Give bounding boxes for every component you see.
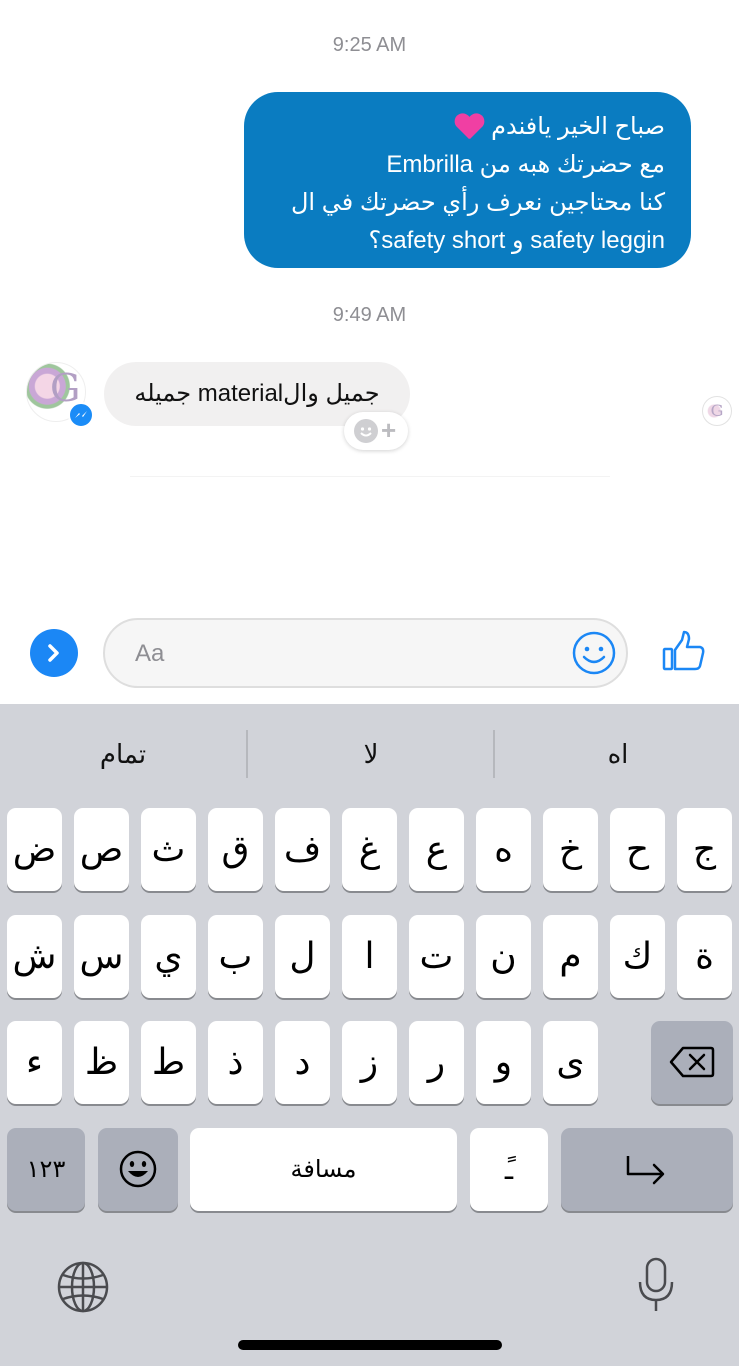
key[interactable]: ء	[7, 1021, 62, 1104]
numbers-key[interactable]: ١٢٣	[7, 1128, 85, 1211]
key[interactable]: ذ	[208, 1021, 263, 1104]
smiley-icon	[119, 1150, 157, 1188]
key[interactable]: س	[74, 915, 129, 998]
emoji-key[interactable]	[98, 1128, 178, 1211]
key[interactable]: ط	[141, 1021, 196, 1104]
key[interactable]: خ	[543, 808, 598, 891]
key[interactable]: و	[476, 1021, 531, 1104]
message-input[interactable]	[133, 634, 557, 674]
outgoing-message-line: مع حضرتك هبه من Embrilla	[386, 151, 665, 178]
key[interactable]: ا	[342, 915, 397, 998]
plus-icon: +	[381, 415, 397, 445]
key[interactable]: ر	[409, 1021, 464, 1104]
like-button[interactable]	[660, 628, 708, 676]
timestamp: 9:49 AM	[332, 304, 407, 326]
return-arrow-icon	[626, 1156, 665, 1185]
key[interactable]: ج	[677, 808, 732, 891]
smiley-icon	[354, 419, 378, 443]
microphone-icon[interactable]	[636, 1256, 676, 1316]
globe-icon[interactable]	[56, 1260, 110, 1314]
key[interactable]: ن	[476, 915, 531, 998]
home-indicator[interactable]	[238, 1340, 502, 1350]
diacritics-key[interactable]: ًـ	[470, 1128, 548, 1211]
outgoing-message-line: كنا محتاجين نعرف رأي حضرتك في ال	[290, 189, 665, 216]
key[interactable]: ش	[7, 915, 62, 998]
key[interactable]: ه	[476, 808, 531, 891]
key[interactable]: ف	[275, 808, 330, 891]
emoji-button[interactable]	[571, 630, 617, 676]
key[interactable]: ث	[141, 808, 196, 891]
return-key[interactable]	[561, 1128, 733, 1211]
suggestion-item[interactable]: تمام	[0, 730, 246, 778]
key[interactable]: غ	[342, 808, 397, 891]
timestamp: 9:25 AM	[332, 34, 407, 56]
key[interactable]: م	[543, 915, 598, 998]
key[interactable]: ص	[74, 808, 129, 891]
key[interactable]: ى	[543, 1021, 598, 1104]
key[interactable]: ح	[610, 808, 665, 891]
chevron-right-icon	[48, 644, 59, 662]
suggestion-item[interactable]: لا	[248, 730, 494, 778]
outgoing-message-line: safety leggin و safety short؟	[368, 227, 665, 254]
key[interactable]: ز	[342, 1021, 397, 1104]
key[interactable]: ض	[7, 808, 62, 891]
key[interactable]: ك	[610, 915, 665, 998]
thumbs-up-icon	[662, 630, 705, 671]
key[interactable]: ظ	[74, 1021, 129, 1104]
key[interactable]: ل	[275, 915, 330, 998]
key[interactable]: ت	[409, 915, 464, 998]
messenger-icon	[68, 402, 94, 428]
key[interactable]: ب	[208, 915, 263, 998]
outgoing-message-bubble[interactable]: صباح الخير يافندم مع حضرتك هبه من Embril…	[244, 92, 691, 268]
key[interactable]: ع	[409, 808, 464, 891]
key[interactable]: د	[275, 1021, 330, 1104]
key[interactable]: ة	[677, 915, 732, 998]
space-key[interactable]: مسافة	[190, 1128, 457, 1211]
suggestion-item[interactable]: اه	[495, 730, 739, 778]
divider	[130, 476, 610, 477]
outgoing-message-line: صباح الخير يافندم	[491, 113, 665, 140]
add-reaction-button[interactable]: +	[344, 412, 408, 450]
key[interactable]: ق	[208, 808, 263, 891]
seen-receipt-avatar: G	[702, 396, 732, 426]
backspace-icon	[669, 1046, 715, 1078]
smiley-icon	[572, 631, 616, 675]
expand-actions-button[interactable]	[30, 629, 78, 677]
key[interactable]: ي	[141, 915, 196, 998]
pink-heart-icon	[454, 114, 484, 142]
message-input-container[interactable]	[103, 618, 628, 688]
backspace-key[interactable]	[651, 1021, 733, 1104]
